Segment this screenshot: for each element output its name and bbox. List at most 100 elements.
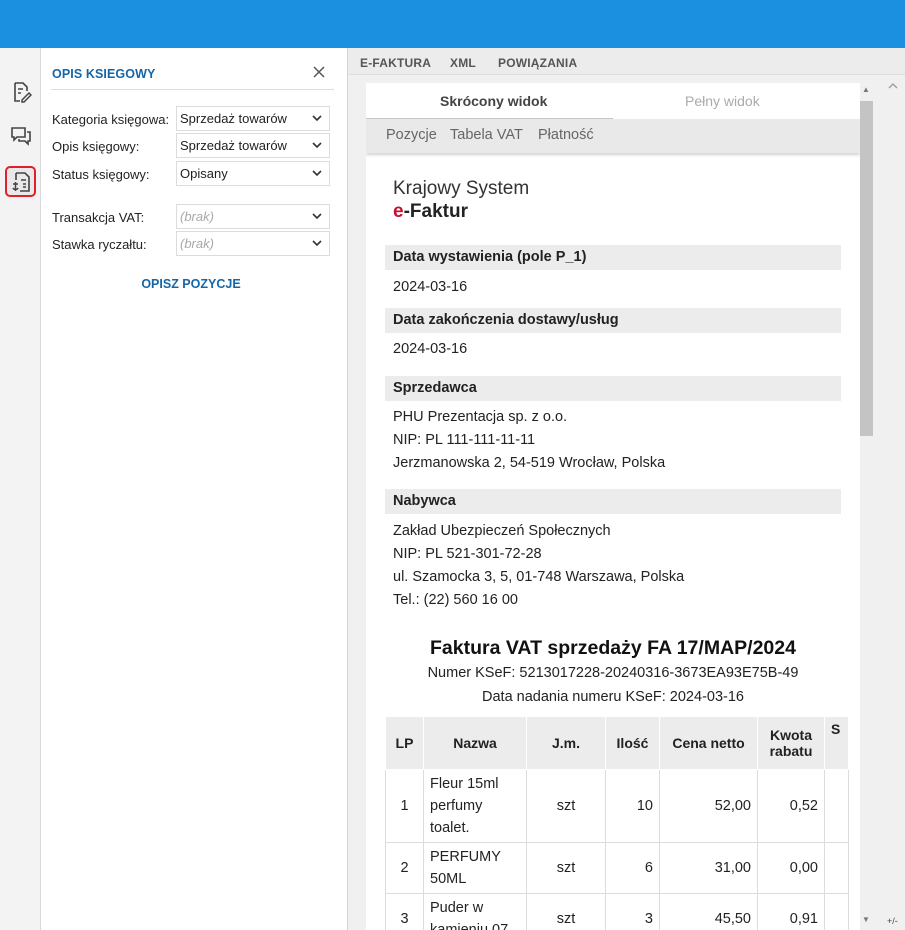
buyer-heading: Nabywca [385, 489, 841, 514]
issue-date-heading: Data wystawienia (pole P_1) [385, 245, 841, 270]
row-price: 31,00 [659, 842, 758, 894]
row-discount: 0,52 [757, 769, 825, 843]
row-qty: 10 [605, 769, 660, 843]
brand-rest: -Faktur [403, 201, 468, 222]
icon-rail [0, 48, 41, 930]
chevron-down-icon [312, 240, 322, 247]
app-header-bar [0, 0, 905, 48]
document-scrollbar[interactable]: ▲ ▼ [860, 83, 874, 930]
accounting-category-select[interactable]: Sprzedaż towarów [176, 106, 330, 131]
document-tabs: E-FAKTURA XML POWIĄZANIA [348, 48, 905, 75]
col-unit: J.m. [526, 716, 606, 770]
scrollbar-thumb[interactable] [860, 101, 873, 436]
row-discount: 0,00 [757, 842, 825, 894]
link-vat-table[interactable]: Tabela VAT [450, 127, 523, 143]
row-s [824, 842, 849, 894]
col-s: S [824, 716, 849, 770]
accounting-description-panel: OPIS KSIEGOWY Kategoria księgowa: Sprzed… [41, 48, 348, 930]
buyer-nip: NIP: PL 521-301-72-28 [393, 546, 542, 562]
brand-e-letter: e [393, 201, 404, 222]
document-edit-icon[interactable] [5, 76, 36, 107]
col-net-price: Cena netto [659, 716, 758, 770]
row-discount: 0,91 [757, 893, 825, 930]
chevron-down-icon [312, 115, 322, 122]
row-lp: 1 [385, 769, 424, 843]
chevron-down-icon [312, 170, 322, 177]
tab-powiazania[interactable]: POWIĄZANIA [498, 56, 577, 70]
row-qty: 6 [605, 842, 660, 894]
row-qty: 3 [605, 893, 660, 930]
flat-rate-value: (brak) [180, 236, 214, 251]
row-lp: 3 [385, 893, 424, 930]
seller-address: Jerzmanowska 2, 54-519 Wrocław, Polska [393, 455, 666, 471]
flat-rate-select[interactable]: (brak) [176, 231, 330, 256]
link-items[interactable]: Pozycje [386, 127, 437, 143]
row-name: PERFUMY 50ML [423, 842, 527, 894]
vat-transaction-value: (brak) [180, 209, 214, 224]
accounting-description-value: Sprzedaż towarów [180, 138, 287, 153]
col-qty: Ilość [605, 716, 660, 770]
chevron-down-icon [312, 213, 322, 220]
panel-title: OPIS KSIEGOWY [52, 67, 156, 81]
section-links-bar: Pozycje Tabela VAT Płatność [366, 119, 860, 153]
main-area: E-FAKTURA XML POWIĄZANIA Skrócony widok … [348, 48, 905, 930]
view-tabs: Skrócony widok Pełny widok [366, 83, 860, 119]
row-name: Puder w kamieniu 07 [423, 893, 527, 930]
scroll-up-arrow-icon[interactable]: ▲ [862, 85, 870, 94]
seller-heading: Sprzedawca [385, 376, 841, 401]
buyer-name: Zakład Ubezpieczeń Społecznych [393, 523, 611, 539]
scroll-up-icon[interactable] [888, 82, 898, 93]
accounting-category-value: Sprzedaż towarów [180, 111, 287, 126]
seller-nip: NIP: PL 111-111-11-11 [393, 432, 536, 448]
row-s [824, 893, 849, 930]
flat-rate-label: Stawka ryczałtu: [52, 237, 147, 252]
buyer-address: ul. Szamocka 3, 5, 01-748 Warszawa, Pols… [393, 569, 685, 585]
close-icon[interactable] [309, 62, 329, 82]
ksef-number: Numer KSeF: 5213017228-20240316-3673EA93… [427, 665, 799, 681]
vat-transaction-label: Transakcja VAT: [52, 210, 145, 225]
invoice-document: Skrócony widok Pełny widok Pozycje Tabel… [366, 83, 860, 930]
row-price: 45,50 [659, 893, 758, 930]
accounting-description-select[interactable]: Sprzedaż towarów [176, 133, 330, 158]
chevron-down-icon [312, 142, 322, 149]
row-name: Fleur 15ml perfumy toalet. [423, 769, 527, 843]
invoice-items-table: LP Nazwa J.m. Ilość Cena netto Kwota rab… [385, 716, 849, 930]
accounting-status-label: Status księgowy: [52, 167, 150, 182]
accounting-status-select[interactable]: Opisany [176, 161, 330, 186]
row-lp: 2 [385, 842, 424, 894]
accounting-document-icon[interactable] [5, 166, 36, 197]
row-price: 52,00 [659, 769, 758, 843]
tab-short-view[interactable]: Skrócony widok [440, 93, 547, 109]
row-s [824, 769, 849, 843]
panel-divider [51, 89, 334, 90]
comments-icon[interactable] [5, 120, 36, 151]
tab-e-faktura[interactable]: E-FAKTURA [360, 56, 431, 70]
buyer-phone: Tel.: (22) 560 16 00 [393, 592, 518, 608]
table-row: 1 Fleur 15ml perfumy toalet. szt 10 52,0… [385, 769, 849, 843]
row-unit: szt [526, 842, 606, 894]
issue-date-value: 2024-03-16 [393, 279, 468, 295]
link-payment[interactable]: Płatność [538, 127, 594, 143]
col-lp: LP [385, 716, 424, 770]
describe-items-button[interactable]: OPISZ POZYCJE [41, 277, 341, 291]
accounting-description-label: Opis księgowy: [52, 139, 140, 154]
accounting-category-label: Kategoria księgowa: [52, 112, 170, 127]
row-unit: szt [526, 769, 606, 843]
corner-text: +/- [887, 916, 898, 926]
accounting-status-value: Opisany [180, 166, 228, 181]
tab-xml[interactable]: XML [450, 56, 476, 70]
table-row: 2 PERFUMY 50ML szt 6 31,00 0,00 [385, 842, 849, 894]
delivery-date-value: 2024-03-16 [393, 341, 468, 357]
seller-name: PHU Prezentacja sp. z o.o. [393, 409, 568, 425]
table-row: 3 Puder w kamieniu 07 szt 3 45,50 0,91 [385, 893, 849, 930]
tab-full-view[interactable]: Pełny widok [685, 93, 760, 109]
delivery-date-heading: Data zakończenia dostawy/usług [385, 308, 841, 333]
ksef-brand-line2: e-Faktur [393, 201, 468, 223]
col-discount: Kwota rabatu [757, 716, 825, 770]
invoice-title: Faktura VAT sprzedaży FA 17/MAP/2024 [430, 637, 796, 659]
col-name: Nazwa [423, 716, 527, 770]
vat-transaction-select[interactable]: (brak) [176, 204, 330, 229]
scroll-down-arrow-icon[interactable]: ▼ [862, 915, 870, 924]
table-header-row: LP Nazwa J.m. Ilość Cena netto Kwota rab… [385, 716, 849, 770]
ksef-brand-line1: Krajowy System [393, 178, 530, 199]
